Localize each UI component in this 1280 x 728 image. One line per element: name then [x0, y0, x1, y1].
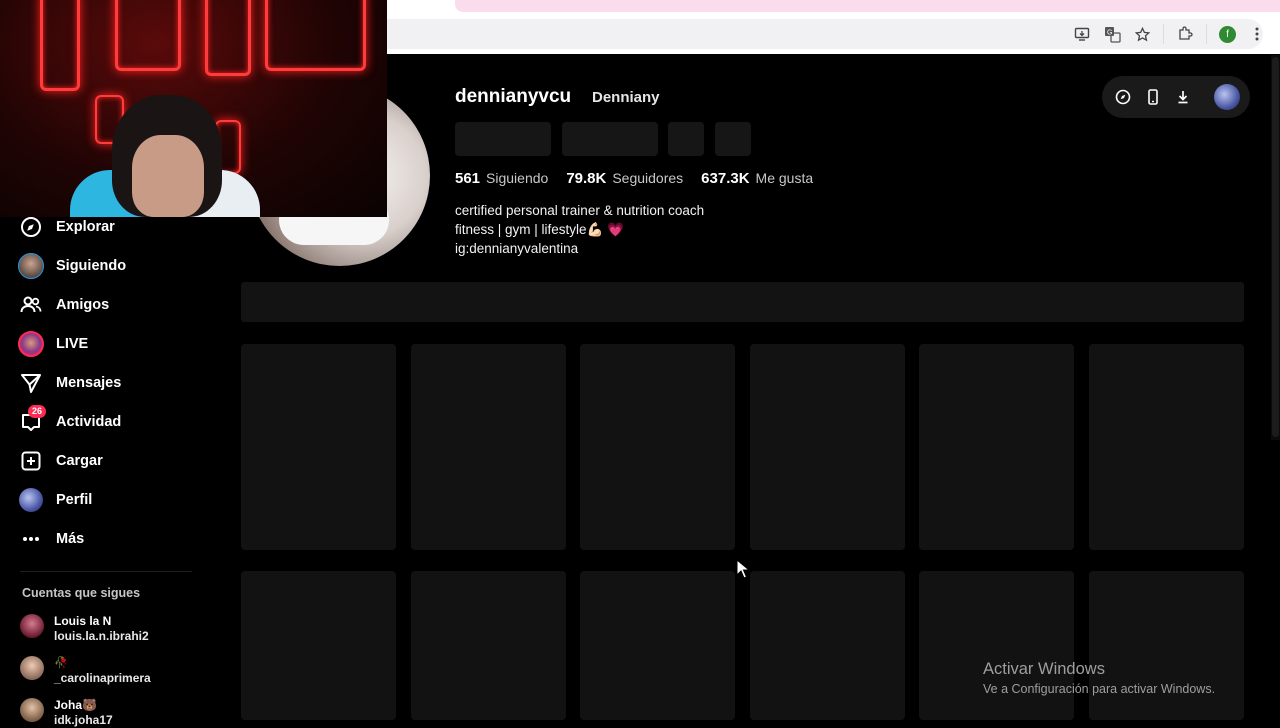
followers-count: 79.8K [566, 170, 607, 187]
toolbar-divider [1206, 24, 1207, 44]
following-count: 561 [455, 170, 481, 187]
avatar-icon [18, 487, 44, 513]
following-label[interactable]: Siguiendo [486, 170, 548, 186]
windows-activation-watermark: Activar Windows Ve a Configuración para … [983, 660, 1216, 696]
video-card[interactable] [750, 571, 905, 720]
sidebar-item-cargar[interactable]: Cargar [18, 446, 103, 476]
following-accounts-title: Cuentas que sigues [22, 586, 141, 600]
sidebar-item-amigos[interactable]: Amigos [18, 290, 109, 320]
following-account[interactable]: 🥀 _carolinaprimera [20, 656, 151, 686]
sidebar-item-perfil[interactable]: Perfil [18, 485, 92, 515]
avatar [20, 698, 44, 722]
browser-active-tab[interactable] [455, 0, 1280, 12]
more-dots-icon [18, 526, 44, 552]
sidebar-item-actividad[interactable]: 26 Actividad [18, 405, 121, 437]
followers-label[interactable]: Seguidores [612, 170, 683, 186]
download-icon[interactable] [1174, 88, 1192, 106]
video-card[interactable] [919, 571, 1074, 720]
webcam-overlay [0, 0, 387, 217]
bio-line: ig:dennianyvalentina [455, 241, 579, 256]
compass-icon[interactable] [1114, 88, 1132, 106]
bio-line: certified personal trainer & nutrition c… [455, 203, 705, 218]
likes-label: Me gusta [755, 170, 814, 186]
sidebar-item-siguiendo[interactable]: Siguiendo [18, 251, 126, 281]
profile-toolbar [1102, 76, 1250, 118]
install-app-icon[interactable] [1073, 25, 1091, 43]
video-card[interactable] [580, 571, 735, 720]
inbox-icon: 26 [18, 405, 47, 435]
profile-stats: 561 Siguiendo 79.8K Seguidores 637.3K Me… [455, 170, 831, 187]
browser-profile-icon[interactable]: f [1219, 25, 1236, 43]
notification-badge: 26 [28, 405, 47, 418]
video-card[interactable] [241, 571, 396, 720]
video-card[interactable] [580, 344, 735, 550]
live-icon [18, 331, 44, 357]
menu-kebab-icon[interactable] [1248, 25, 1266, 43]
follow-button-placeholder[interactable] [455, 122, 551, 156]
profile-tabs-placeholder[interactable] [241, 282, 1244, 322]
video-card[interactable] [411, 571, 566, 720]
browser-actions: G f [1073, 19, 1266, 49]
phone-icon[interactable] [1144, 88, 1162, 106]
user-avatar[interactable] [1214, 84, 1240, 110]
sidebar-item-mas[interactable]: Más [18, 524, 84, 554]
video-card[interactable] [750, 344, 905, 550]
plus-square-icon [18, 448, 44, 474]
video-card[interactable] [241, 344, 396, 550]
sidebar-item-mensajes[interactable]: Mensajes [18, 368, 121, 398]
following-account[interactable]: Joha🐻 idk.joha17 [20, 698, 113, 728]
action-button-placeholder[interactable] [715, 122, 751, 156]
video-card[interactable] [919, 344, 1074, 550]
toolbar-divider [1163, 24, 1164, 44]
following-account[interactable]: Louis la N louis.la.n.ibrahi2 [20, 614, 149, 644]
video-card[interactable] [1089, 344, 1244, 550]
mouse-cursor-icon [736, 558, 751, 584]
video-card[interactable] [411, 344, 566, 550]
friends-icon [18, 292, 44, 318]
sidebar-item-live[interactable]: LIVE [18, 329, 88, 359]
video-card[interactable] [1089, 571, 1244, 720]
send-icon [18, 370, 44, 396]
bio-line: fitness | gym | lifestyle💪🏻 💗 [455, 222, 624, 237]
action-button-placeholder[interactable] [668, 122, 704, 156]
translate-icon[interactable]: G [1103, 25, 1121, 43]
likes-count: 637.3K [701, 170, 750, 187]
avatar [20, 656, 44, 680]
divider [20, 571, 192, 572]
profile-username: dennianyvcu [455, 86, 572, 107]
page-scrollbar[interactable] [1271, 55, 1280, 440]
profile-bio: certified personal trainer & nutrition c… [455, 201, 704, 258]
extensions-icon[interactable] [1176, 25, 1194, 43]
svg-text:G: G [1107, 29, 1112, 36]
profile-nickname: Denniany [592, 89, 660, 106]
bookmark-star-icon[interactable] [1133, 25, 1151, 43]
message-button-placeholder[interactable] [562, 122, 658, 156]
avatar [20, 614, 44, 638]
avatar-icon [18, 253, 44, 279]
compass-icon [18, 214, 44, 240]
